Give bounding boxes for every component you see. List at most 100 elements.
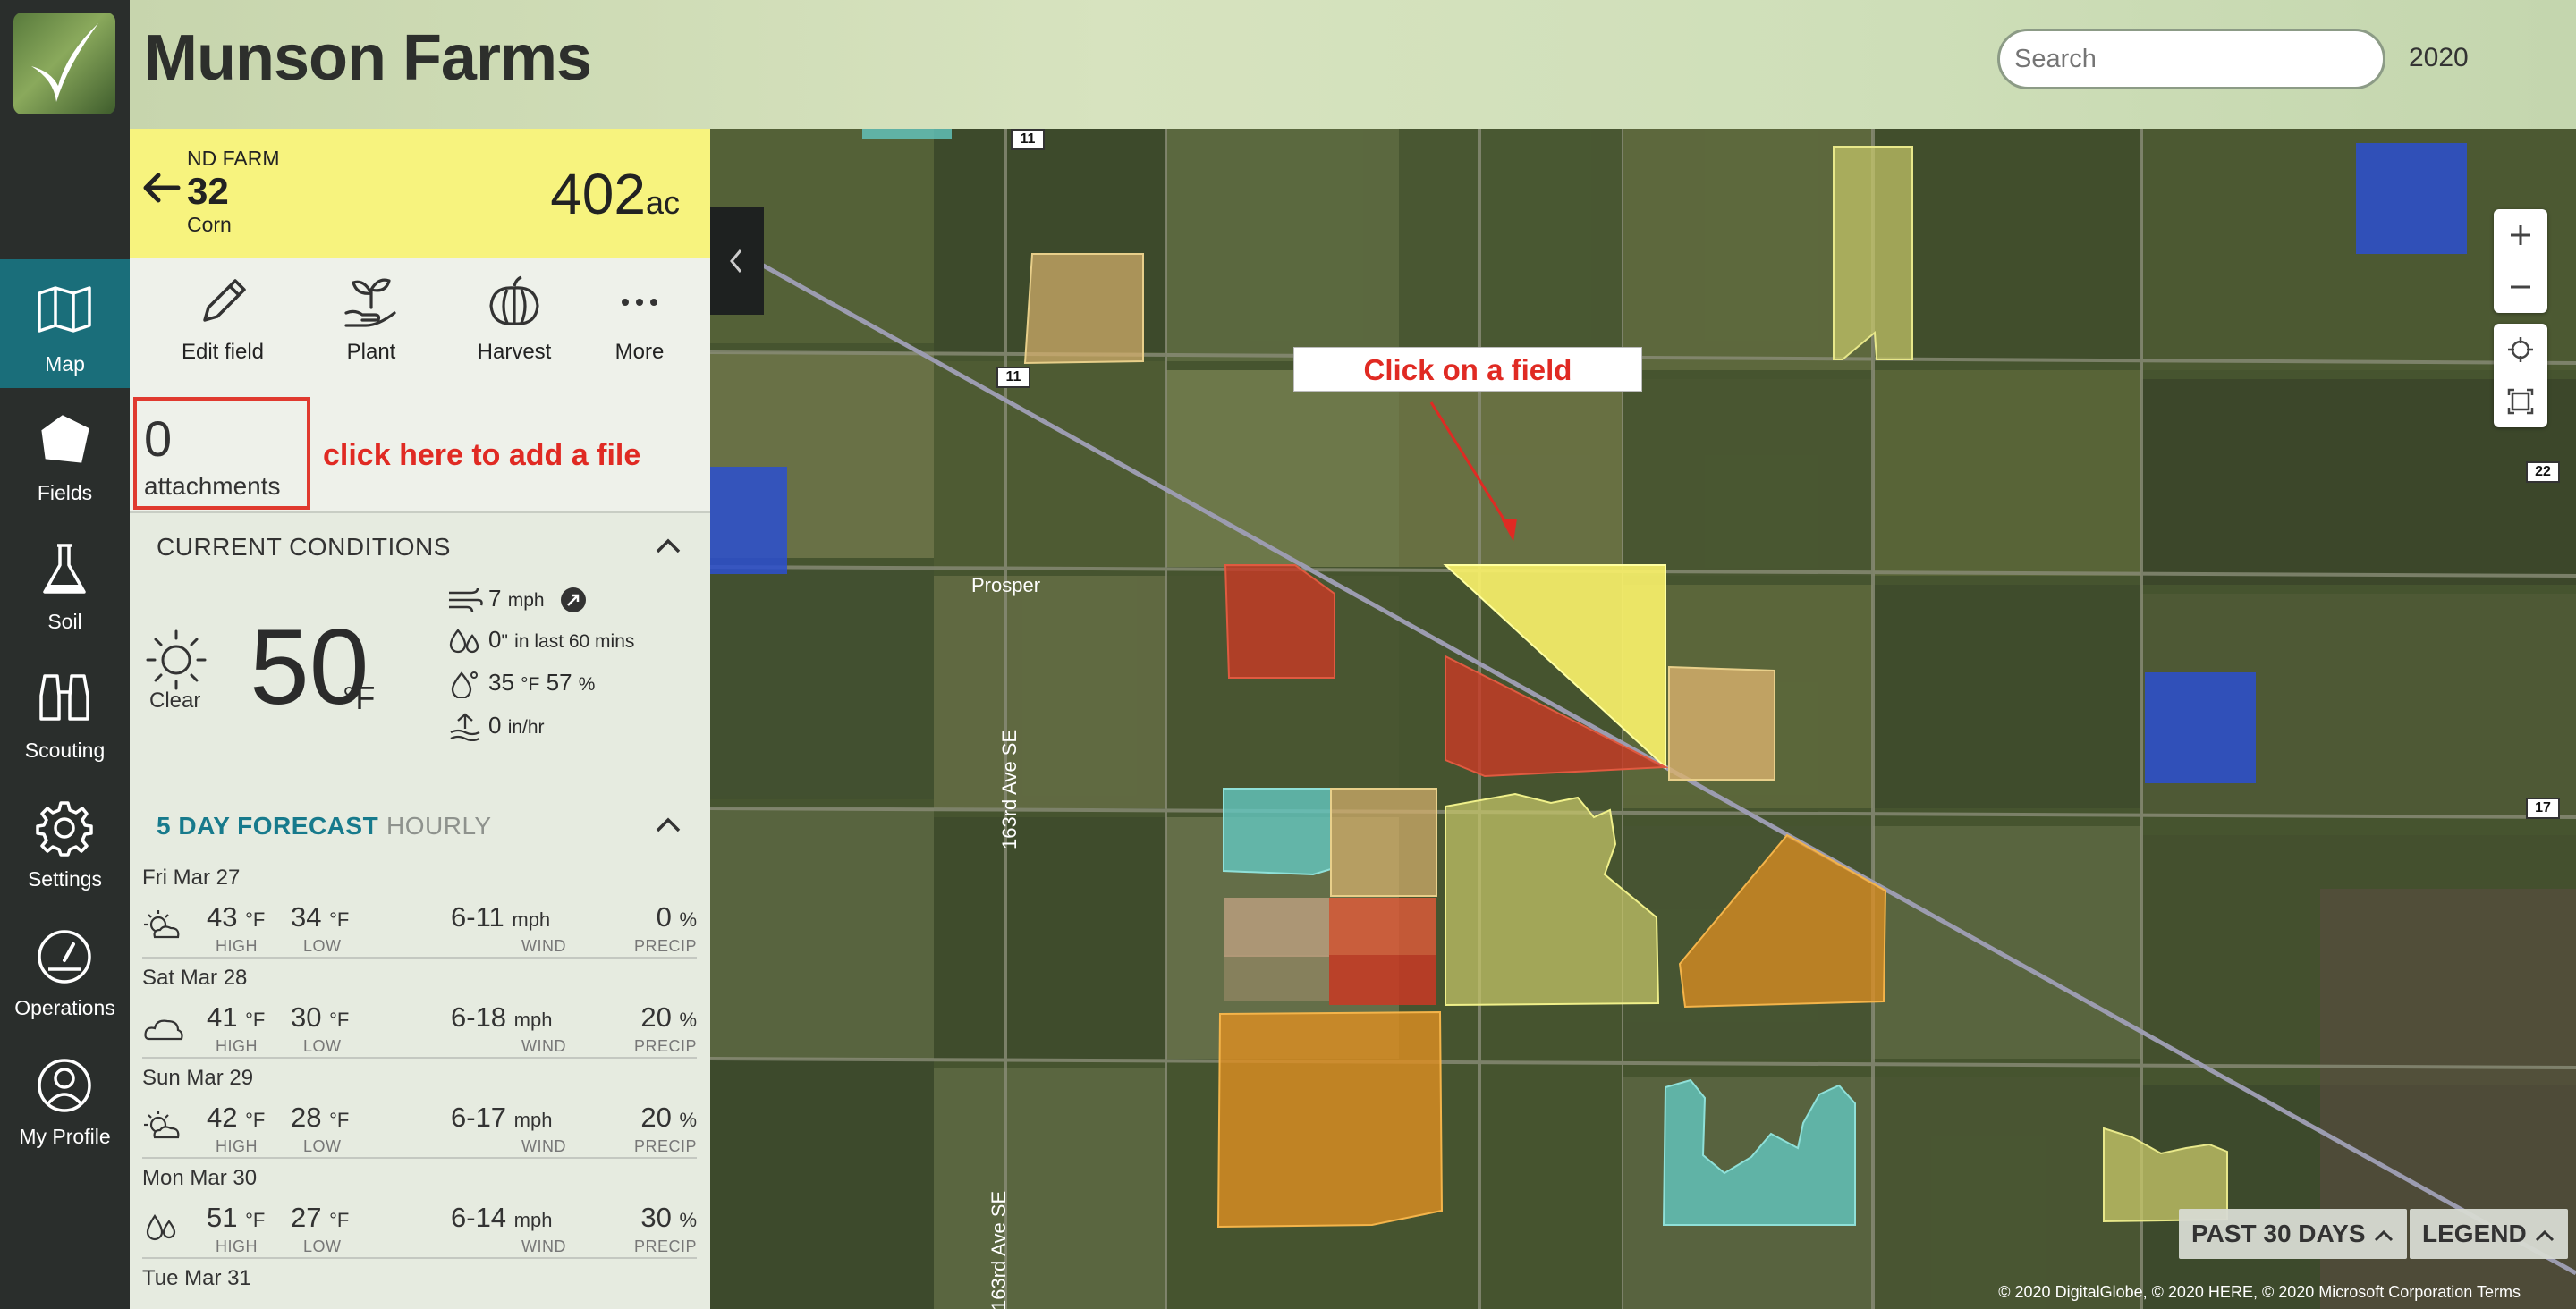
route-shield: 22 xyxy=(2526,461,2560,483)
forecast-high-value: 43 xyxy=(207,901,238,933)
humidity-unit: % xyxy=(578,674,596,695)
forecast-low: 27 °F xyxy=(291,1202,349,1234)
page-title: Munson Farms xyxy=(144,22,592,94)
action-label: Plant xyxy=(346,340,396,364)
field-polygon-red[interactable] xyxy=(1224,564,1335,679)
chevron-up-icon[interactable] xyxy=(654,815,682,833)
zoom-out-icon[interactable] xyxy=(2507,274,2534,300)
forecast-precip-label: PRECIP xyxy=(633,1237,697,1255)
deg-unit: °F xyxy=(329,1209,350,1231)
nav-item-my-profile[interactable]: My Profile xyxy=(0,1032,130,1161)
wind-icon xyxy=(449,588,483,613)
nav-item-soil[interactable]: Soil xyxy=(0,517,130,646)
forecast-low-value: 28 xyxy=(291,1102,322,1133)
nav-item-settings[interactable]: Settings xyxy=(0,774,130,903)
field-polygon-tan[interactable] xyxy=(1330,788,1437,897)
forecast-precip-label: PRECIP xyxy=(633,1037,697,1055)
forecast-low-label: LOW xyxy=(303,1237,342,1255)
leaf-logo-icon xyxy=(31,23,98,102)
user-icon xyxy=(38,1059,91,1112)
field-polygon-tan[interactable] xyxy=(1023,253,1144,365)
legend-button[interactable]: LEGEND xyxy=(2410,1209,2568,1259)
rain-amount: 0 xyxy=(488,626,502,653)
more-button[interactable]: More xyxy=(577,274,702,365)
field-polygon-blue[interactable] xyxy=(2145,672,2256,783)
edit-field-button[interactable]: Edit field xyxy=(160,274,285,365)
rain-note: in last 60 mins xyxy=(514,631,635,652)
forecast-wind-label: WIND xyxy=(521,1237,566,1255)
dewpoint-humidity-reading: 35 °F 57 % xyxy=(447,669,596,700)
attachments-hint-annotation: click here to add a file xyxy=(323,438,641,472)
field-polygon-blue[interactable] xyxy=(710,467,787,574)
rain-unit: " xyxy=(501,631,508,652)
field-detail-panel: ND FARM 32 Corn 402ac Edit field Plant H… xyxy=(130,129,710,1309)
back-arrow-icon[interactable] xyxy=(140,166,183,209)
dewpoint-unit: °F xyxy=(521,674,540,695)
field-polygon-blue[interactable] xyxy=(2356,143,2467,254)
tab-hourly[interactable]: HOURLY xyxy=(386,812,492,840)
plant-button[interactable]: Plant xyxy=(309,274,434,365)
gauge-icon xyxy=(38,930,91,984)
forecast-day: Fri Mar 27 xyxy=(142,866,241,890)
past-30-days-button[interactable]: PAST 30 DAYS xyxy=(2179,1209,2407,1259)
field-polygon-tan[interactable] xyxy=(1668,665,1775,781)
attachments-label: attachments xyxy=(144,472,281,500)
farm-name: ND FARM xyxy=(187,147,280,170)
forecast-wind: 6-14 mph xyxy=(451,1202,552,1234)
field-polygon-cyan[interactable] xyxy=(862,129,952,139)
forecast-precip-label: PRECIP xyxy=(633,1137,697,1155)
search-input[interactable] xyxy=(1997,29,2385,89)
evaporation-icon xyxy=(450,713,480,742)
action-label: More xyxy=(614,340,665,364)
wind-unit: mph xyxy=(513,1009,553,1031)
forecast-high-value: 51 xyxy=(207,1202,238,1233)
route-shield: 17 xyxy=(2526,798,2560,819)
fields-icon xyxy=(41,415,89,463)
temperature-unit: °F xyxy=(343,680,376,716)
binoculars-icon xyxy=(39,674,89,721)
wind-reading: 7 mph xyxy=(447,585,592,614)
evaporation-reading: 0 in/hr xyxy=(447,712,545,742)
cloudy-icon xyxy=(142,1009,185,1049)
acres-unit: ac xyxy=(645,184,680,221)
field-polygon-red[interactable] xyxy=(1329,955,1436,1005)
click-on-field-callout: Click on a field xyxy=(1293,347,1642,392)
nav-item-scouting[interactable]: Scouting xyxy=(0,646,130,774)
action-label: Harvest xyxy=(477,340,552,364)
deg-unit: °F xyxy=(329,908,350,931)
forecast-precip: 30 % xyxy=(640,1202,697,1234)
field-polygon-olive[interactable] xyxy=(1833,146,1913,360)
nav-item-fields[interactable]: Fields xyxy=(0,388,130,517)
field-polygon-cyan[interactable] xyxy=(1223,788,1332,876)
attachments-button[interactable]: 0 attachments xyxy=(133,397,310,510)
field-polygon-orange[interactable] xyxy=(1216,1010,1444,1229)
humidity-value: 57 xyxy=(546,669,572,696)
forecast-row: Tue Mar 31 xyxy=(142,1259,697,1309)
map-view[interactable]: Click on a field Prosper 163rd Ave SE 16… xyxy=(710,129,2576,1309)
forecast-day: Sun Mar 29 xyxy=(142,1066,254,1090)
field-polygon-red-orange[interactable] xyxy=(1329,898,1436,955)
field-polygon-peach[interactable] xyxy=(1224,898,1329,957)
nav-item-map[interactable]: Map xyxy=(0,259,130,388)
soil-flask-icon xyxy=(43,544,86,594)
crosshair-icon[interactable] xyxy=(2507,336,2534,363)
pumpkin-icon xyxy=(489,275,539,325)
nav-item-operations[interactable]: Operations xyxy=(0,903,130,1032)
forecast-wind-label: WIND xyxy=(521,1037,566,1055)
zoom-in-icon[interactable] xyxy=(2507,222,2534,249)
deg-unit: °F xyxy=(329,1109,350,1131)
wind-unit: mph xyxy=(513,1109,553,1131)
zoom-controls xyxy=(2494,209,2547,313)
place-label-prosper: Prosper xyxy=(971,574,1041,596)
collapse-panel-button[interactable] xyxy=(710,207,764,315)
fit-extent-icon[interactable] xyxy=(2507,388,2534,415)
app-logo[interactable] xyxy=(13,13,115,114)
field-polygon-peach[interactable] xyxy=(1224,955,1329,1001)
location-controls xyxy=(2494,324,2547,427)
tab-5-day-forecast[interactable]: 5 DAY FORECAST xyxy=(157,812,378,840)
harvest-button[interactable]: Harvest xyxy=(452,274,577,365)
satellite-map[interactable] xyxy=(710,129,2576,1309)
chevron-up-icon[interactable] xyxy=(654,536,682,554)
rain-drops-icon xyxy=(142,1209,185,1249)
season-year-selector[interactable]: 2020 xyxy=(2409,43,2469,73)
